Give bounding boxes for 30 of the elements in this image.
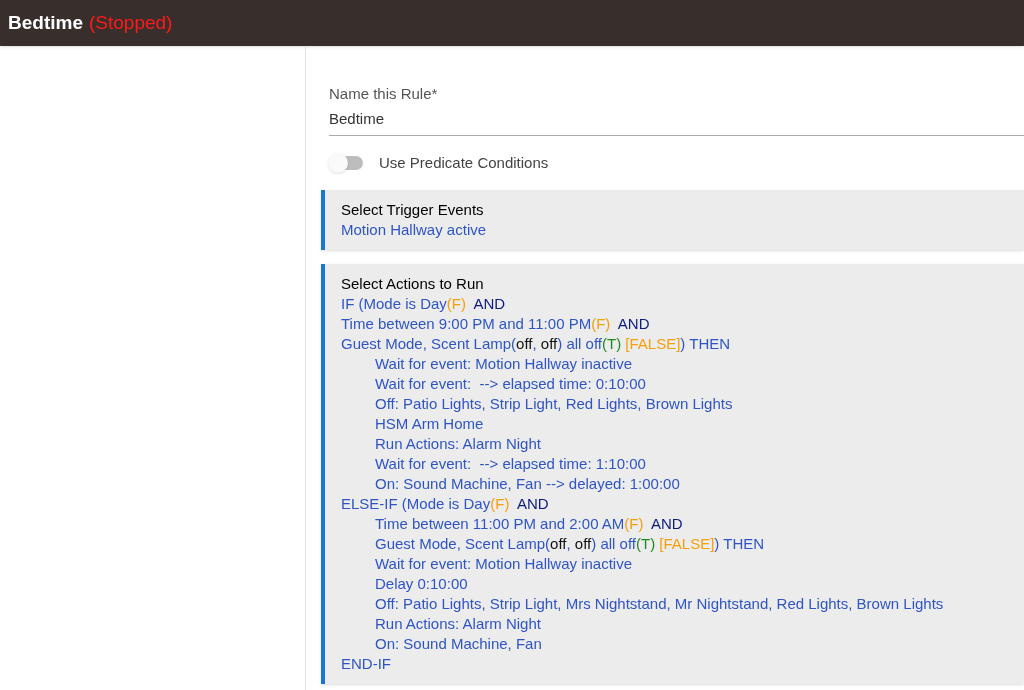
action-line: Guest Mode, Scent Lamp(off, off) all off(T) [FALSE]) THEN [341, 334, 732, 354]
action-line: Off: Patio Lights, Strip Light, Mrs Nightstand, Mr Nightstand, Red Lights, Brown Lights [374, 594, 945, 614]
action-line: Wait for event: --> elapsed time: 1:10:00 [374, 454, 647, 474]
action-line: IF (Mode is Day(F) AND [341, 294, 507, 314]
action-line: Wait for event: Motion Hallway inactive [374, 554, 634, 574]
action-line: Guest Mode, Scent Lamp(off, off) all off(T) [FALSE]) THEN [374, 534, 766, 554]
card-title: Select Trigger Events [341, 200, 485, 220]
action-line: On: Sound Machine, Fan --> delayed: 1:00:00 [374, 474, 681, 494]
action-line: Wait for event: --> elapsed time: 0:10:00 [374, 374, 647, 394]
rule-title: Bedtime [8, 10, 83, 35]
action-line: END-IF [341, 654, 392, 674]
card-title: Select Actions to Run [341, 274, 485, 294]
field-label: Name this Rule* [329, 84, 439, 104]
action-line: ELSE-IF (Mode is Day(F) AND [341, 494, 550, 514]
rule-name-field[interactable]: Bedtime [329, 104, 1024, 136]
toggle-label: Use Predicate Conditions [379, 152, 549, 173]
action-line: HSM Arm Home [374, 414, 485, 434]
action-line: Delay 0:10:00 [374, 574, 469, 594]
action-line: Time between 9:00 PM and 11:00 PM(F) AND [341, 314, 651, 334]
rule-status: (Stopped) [88, 10, 173, 35]
action-line: Time between 11:00 PM and 2:00 AM(F) AND [374, 514, 684, 534]
action-line: Run Actions: Alarm Night [374, 434, 542, 454]
toggle-switch[interactable] [329, 155, 363, 170]
trigger-line: Motion Hallway active [341, 220, 488, 240]
actions-card[interactable] [321, 264, 1024, 684]
action-line: Off: Patio Lights, Strip Light, Red Lights, Brown Lights [374, 394, 734, 414]
action-line: Run Actions: Alarm Night [374, 614, 542, 634]
action-line: On: Sound Machine, Fan [374, 634, 543, 654]
action-line: Wait for event: Motion Hallway inactive [374, 354, 634, 374]
trigger-card[interactable]: Select Trigger Events Motion Hallway active [321, 190, 1024, 250]
